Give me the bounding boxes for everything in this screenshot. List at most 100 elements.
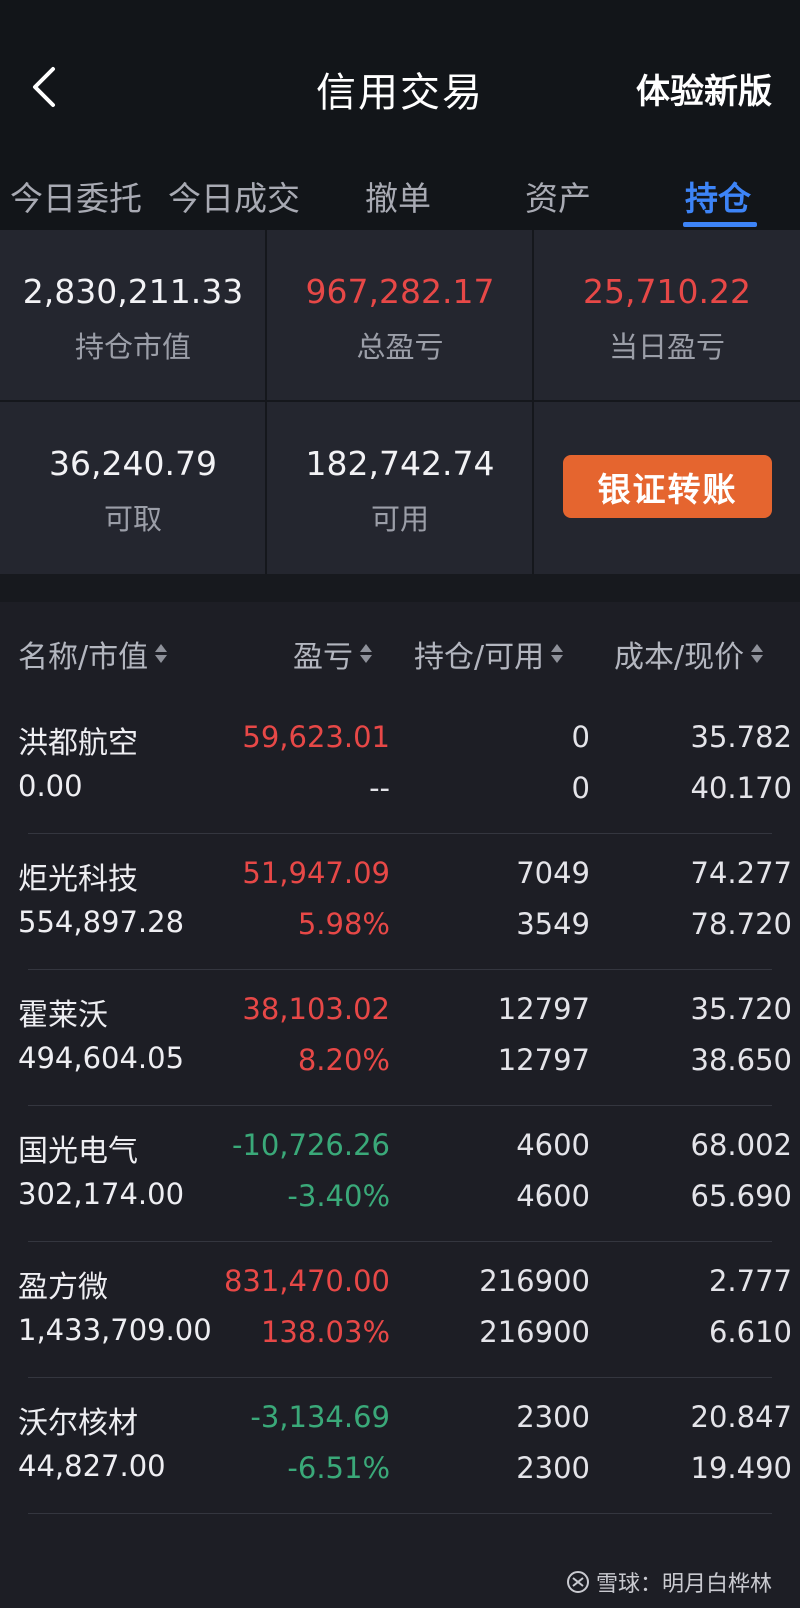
sort-icon xyxy=(550,643,564,665)
withdrawable-cell: 36,240.79 可取 xyxy=(0,402,266,573)
header-cost-label: 成本/现价 xyxy=(614,640,745,675)
stock-pl: 51,947.09 xyxy=(242,856,390,890)
sort-pl-header[interactable]: 盈亏 xyxy=(293,632,373,676)
active-tab-indicator xyxy=(683,222,757,227)
stock-market-value: 554,897.28 xyxy=(18,905,185,939)
stock-price: 6.610 xyxy=(708,1315,792,1349)
daily-pl-cell: 25,710.22 当日盈亏 xyxy=(534,230,800,401)
divider xyxy=(265,230,267,574)
stock-pl: 831,470.00 xyxy=(223,1264,390,1298)
sort-name-header[interactable]: 名称/市值 xyxy=(18,632,168,676)
tab-positions[interactable]: 持仓 xyxy=(685,172,751,220)
tab-today-trades[interactable]: 今日成交 xyxy=(168,172,300,220)
divider xyxy=(532,230,534,574)
table-row[interactable]: 盈方微 1,433,709.00 831,470.00 138.03% 2169… xyxy=(0,1242,800,1378)
stock-position: 12797 xyxy=(497,992,590,1026)
stock-market-value: 494,604.05 xyxy=(18,1041,185,1075)
stock-price: 65.690 xyxy=(690,1179,792,1213)
header-name-label: 名称/市值 xyxy=(18,640,149,675)
total-pl: 967,282.17 xyxy=(305,272,495,311)
stock-available: 2300 xyxy=(516,1451,590,1485)
daily-pl-label: 当日盈亏 xyxy=(608,330,725,364)
account-summary: 2,830,211.33 持仓市值 967,282.17 总盈亏 25,710.… xyxy=(0,230,800,574)
stock-market-value: 44,827.00 xyxy=(18,1449,166,1483)
stock-pl: -10,726.26 xyxy=(231,1128,390,1162)
sort-icon xyxy=(359,643,373,665)
section-gap xyxy=(0,574,800,602)
stock-available: 216900 xyxy=(479,1315,590,1349)
stock-pl: 59,623.01 xyxy=(242,720,390,754)
stock-cost: 68.002 xyxy=(690,1128,792,1162)
market-value-cell: 2,830,211.33 持仓市值 xyxy=(0,230,266,401)
market-value: 2,830,211.33 xyxy=(22,272,244,311)
withdrawable-label: 可取 xyxy=(103,502,162,536)
stock-name: 霍莱沃 xyxy=(18,998,108,1033)
header-pl-label: 盈亏 xyxy=(293,640,353,675)
sort-icon xyxy=(154,643,168,665)
tab-bar: 今日委托 今日成交 撤单 资产 持仓 xyxy=(0,172,800,230)
stock-market-value: 302,174.00 xyxy=(18,1177,185,1211)
stock-name: 沃尔核材 xyxy=(18,1406,138,1441)
stock-market-value: 1,433,709.00 xyxy=(18,1313,212,1347)
table-row[interactable]: 国光电气 302,174.00 -10,726.26 -3.40% 4600 4… xyxy=(0,1106,800,1242)
table-row[interactable]: 沃尔核材 44,827.00 -3,134.69 -6.51% 2300 230… xyxy=(0,1378,800,1514)
available-label: 可用 xyxy=(370,502,429,536)
available-cell: 182,742.74 可用 xyxy=(267,402,533,573)
sort-cost-header[interactable]: 成本/现价 xyxy=(614,632,764,676)
stock-name: 国光电气 xyxy=(18,1134,138,1169)
stock-name: 洪都航空 xyxy=(18,726,138,761)
stock-pl-pct: 5.98% xyxy=(297,907,390,941)
table-row[interactable]: 炬光科技 554,897.28 51,947.09 5.98% 7049 354… xyxy=(0,834,800,970)
stock-price: 19.490 xyxy=(690,1451,792,1485)
stock-market-value: 0.00 xyxy=(18,769,83,803)
stock-position: 216900 xyxy=(479,1264,590,1298)
stock-pl-pct: -6.51% xyxy=(287,1451,390,1485)
divider xyxy=(0,400,800,402)
stock-position: 7049 xyxy=(516,856,590,890)
bank-transfer-button[interactable]: 银证转账 xyxy=(563,455,772,518)
stock-cost: 2.777 xyxy=(708,1264,792,1298)
stock-price: 78.720 xyxy=(690,907,792,941)
sort-icon xyxy=(750,643,764,665)
snowball-logo-icon xyxy=(566,1571,589,1593)
stock-cost: 35.720 xyxy=(690,992,792,1026)
header-position-label: 持仓/可用 xyxy=(414,640,545,675)
stock-available: 4600 xyxy=(516,1179,590,1213)
stock-name: 盈方微 xyxy=(18,1270,108,1305)
stock-position: 2300 xyxy=(516,1400,590,1434)
stock-name: 炬光科技 xyxy=(18,862,138,897)
market-value-label: 持仓市值 xyxy=(74,330,191,364)
stock-pl-pct: 138.03% xyxy=(260,1315,390,1349)
withdrawable: 36,240.79 xyxy=(49,444,217,483)
total-pl-cell: 967,282.17 总盈亏 xyxy=(267,230,533,401)
top-bar: 信用交易 体验新版 xyxy=(0,0,800,172)
stock-available: 0 xyxy=(571,771,590,805)
stock-pl: -3,134.69 xyxy=(250,1400,390,1434)
stock-cost: 35.782 xyxy=(690,720,792,754)
daily-pl: 25,710.22 xyxy=(583,272,751,311)
row-divider xyxy=(28,1513,772,1514)
stock-available: 12797 xyxy=(497,1043,590,1077)
stock-available: 3549 xyxy=(516,907,590,941)
table-row[interactable]: 洪都航空 0.00 59,623.01 -- 0 0 35.782 40.170 xyxy=(0,698,800,834)
table-row[interactable]: 霍莱沃 494,604.05 38,103.02 8.20% 12797 127… xyxy=(0,970,800,1106)
stock-cost: 20.847 xyxy=(690,1400,792,1434)
available-funds: 182,742.74 xyxy=(305,444,495,483)
watermark: 雪球：明月白桦林 xyxy=(566,1566,772,1598)
stock-price: 38.650 xyxy=(690,1043,792,1077)
total-pl-label: 总盈亏 xyxy=(356,330,444,364)
tab-today-orders[interactable]: 今日委托 xyxy=(10,172,142,220)
stock-position: 4600 xyxy=(516,1128,590,1162)
tab-cancel-order[interactable]: 撤单 xyxy=(365,172,431,220)
stock-cost: 74.277 xyxy=(690,856,792,890)
stock-pl: 38,103.02 xyxy=(242,992,390,1026)
stock-price: 40.170 xyxy=(690,771,792,805)
tab-assets[interactable]: 资产 xyxy=(525,172,591,220)
new-version-link[interactable]: 体验新版 xyxy=(636,64,772,113)
table-header: 名称/市值 盈亏 持仓/可用 成本/现价 xyxy=(0,602,800,698)
stock-pl-pct: -- xyxy=(369,771,390,805)
stock-pl-pct: -3.40% xyxy=(287,1179,390,1213)
stock-pl-pct: 8.20% xyxy=(297,1043,390,1077)
watermark-text: 雪球：明月白桦林 xyxy=(595,1572,772,1597)
sort-position-header[interactable]: 持仓/可用 xyxy=(414,632,564,676)
